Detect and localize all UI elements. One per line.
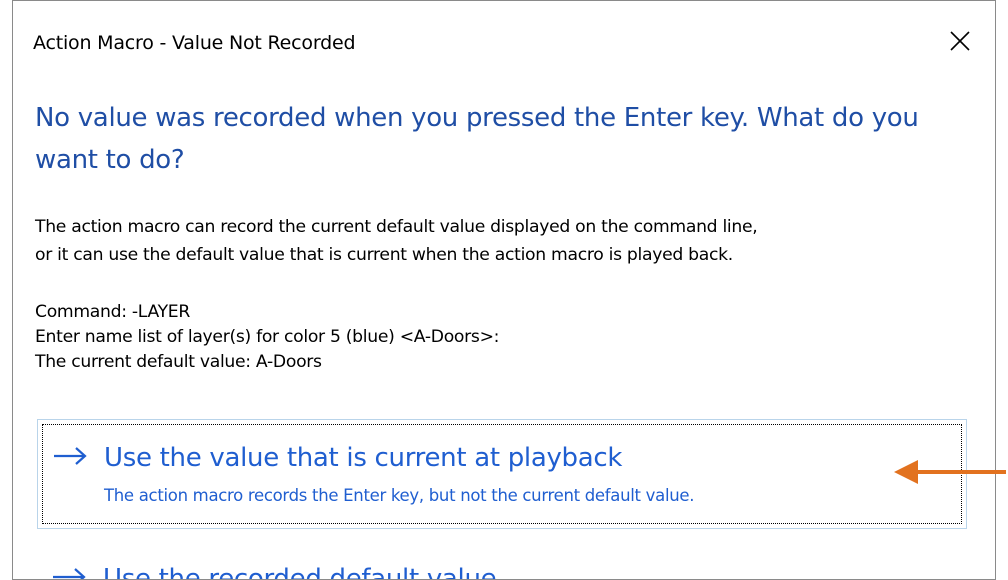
command-info: Command: -LAYER Enter name list of layer… [35,300,499,375]
use-current-at-playback-option[interactable]: Use the value that is current at playbac… [37,419,967,529]
action-macro-dialog: Action Macro - Value Not Recorded No val… [12,0,996,580]
content-line: The action macro can record the current … [35,217,758,237]
current-default-line: The current default value: A-Doors [35,352,322,372]
content-line: or it can use the default value that is … [35,245,733,265]
close-icon [950,31,970,51]
arrow-right-icon [54,447,87,465]
arrow-right-icon [53,568,86,579]
command-line: Command: -LAYER [35,302,190,322]
option-title: Use the recorded default value [103,564,497,580]
use-recorded-default-option[interactable]: Use the recorded default value [37,545,967,580]
option-note: The action macro records the Enter key, … [104,486,695,505]
window-title: Action Macro - Value Not Recorded [33,32,356,54]
main-instruction: No value was recorded when you pressed t… [35,103,919,175]
focus-ring [42,424,962,524]
command-prompt-line: Enter name list of layer(s) for color 5 … [35,327,500,347]
content-text: The action macro can record the current … [35,213,985,269]
callout-arrow-icon [894,460,1006,484]
close-button[interactable] [947,28,973,54]
option-title: Use the value that is current at playbac… [104,443,623,473]
title-bar: Action Macro - Value Not Recorded [13,1,995,81]
